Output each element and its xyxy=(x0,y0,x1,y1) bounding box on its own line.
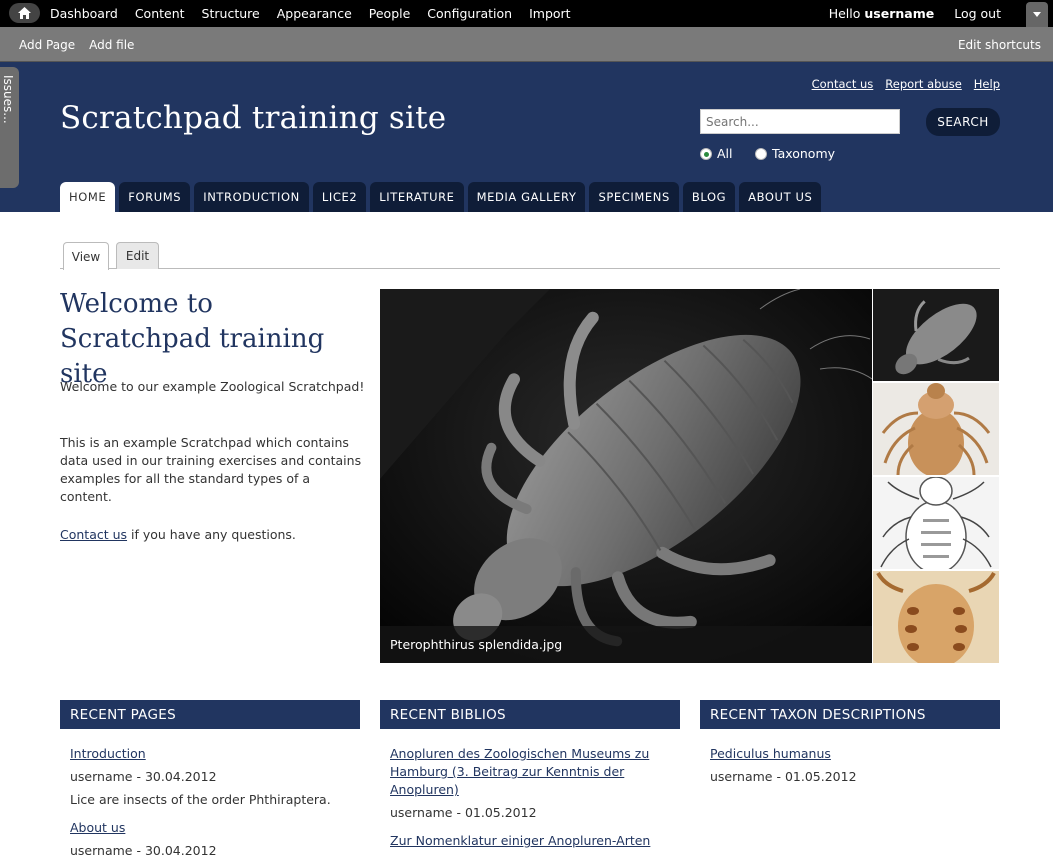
recent-page-teaser: Lice are insects of the order Phthirapte… xyxy=(70,792,331,807)
nav-tab-home[interactable]: HOME xyxy=(60,182,116,212)
nav-tab-forums[interactable]: FORUMS xyxy=(119,182,191,212)
contact-us-inline-link[interactable]: Contact us xyxy=(60,527,127,542)
nav-tab-lice2[interactable]: LICE2 xyxy=(312,182,367,212)
recent-taxon-link[interactable]: Pediculus humanus xyxy=(710,746,831,761)
recent-page-link[interactable]: About us xyxy=(70,820,125,835)
help-link[interactable]: Help xyxy=(974,77,1000,91)
admin-menu: Dashboard Content Structure Appearance P… xyxy=(50,0,588,27)
list-item: About us xyxy=(70,819,345,837)
contact-text: if you have any questions. xyxy=(127,527,296,542)
radio-all-label: All xyxy=(717,146,733,161)
report-abuse-link[interactable]: Report abuse xyxy=(885,77,961,91)
contact-us-link[interactable]: Contact us xyxy=(812,77,874,91)
louse-sem-image xyxy=(380,289,872,663)
site-header: Scratchpad training site Contact us Repo… xyxy=(0,62,1053,212)
louse-color-thumbnail xyxy=(873,383,999,475)
hello-text: Hello xyxy=(828,6,861,21)
louse-drawing-thumbnail xyxy=(873,477,999,569)
page-title: Welcome to Scratchpad training site xyxy=(60,289,325,389)
recent-taxon-descriptions-header: RECENT TAXON DESCRIPTIONS xyxy=(700,700,1000,729)
list-item: Zur Nomenklatur einiger Anopluren-Arten xyxy=(390,832,665,850)
user-menu: Hello username Log out xyxy=(829,0,1001,27)
recent-page-meta: username - 30.04.2012 xyxy=(70,843,217,855)
slideshow-thumb-4[interactable] xyxy=(873,571,999,663)
admin-menu-import[interactable]: Import xyxy=(529,6,571,21)
nav-tab-introduction[interactable]: INTRODUCTION xyxy=(194,182,309,212)
username-link[interactable]: username xyxy=(864,6,934,21)
list-item: Anopluren des Zoologischen Museums zu Ha… xyxy=(390,745,665,799)
recent-biblio-link[interactable]: Zur Nomenklatur einiger Anopluren-Arten xyxy=(390,833,650,848)
edit-shortcuts-link[interactable]: Edit shortcuts xyxy=(958,27,1041,62)
recent-biblios-header: RECENT BIBLIOS xyxy=(380,700,680,729)
slideshow-caption: Pterophthirus splendida.jpg xyxy=(380,626,872,663)
welcome-paragraph: Welcome to our example Zoological Scratc… xyxy=(60,379,365,394)
admin-menu-appearance[interactable]: Appearance xyxy=(277,6,352,21)
admin-menu-configuration[interactable]: Configuration xyxy=(427,6,512,21)
louse-specimen-thumbnail xyxy=(873,571,999,663)
home-icon xyxy=(18,7,31,19)
chevron-down-icon xyxy=(1033,12,1041,17)
add-page-shortcut[interactable]: Add Page xyxy=(19,38,75,52)
header-links: Contact us Report abuse Help xyxy=(800,77,1000,91)
image-slideshow[interactable]: Pterophthirus splendida.jpg xyxy=(380,289,872,663)
primary-nav: HOME FORUMS INTRODUCTION LICE2 LITERATUR… xyxy=(60,182,825,212)
recent-page-meta: username - 30.04.2012 xyxy=(70,769,217,784)
local-tabs: View Edit xyxy=(60,242,1000,270)
nav-tab-media-gallery[interactable]: MEDIA GALLERY xyxy=(467,182,586,212)
slideshow-thumb-1[interactable] xyxy=(873,289,999,381)
louse-sem-thumbnail xyxy=(873,289,999,381)
issues-tab-label: Issues... xyxy=(1,75,15,124)
recent-biblio-meta: username - 01.05.2012 xyxy=(390,805,537,820)
nav-tab-about-us[interactable]: ABOUT US xyxy=(739,182,822,212)
tab-view[interactable]: View xyxy=(63,242,109,270)
recent-page-link[interactable]: Introduction xyxy=(70,746,146,761)
shortcut-bar: Add Page Add file Edit shortcuts xyxy=(0,27,1053,62)
list-item: Pediculus humanus xyxy=(710,745,985,763)
admin-menu-content[interactable]: Content xyxy=(135,6,185,21)
tab-edit[interactable]: Edit xyxy=(116,242,159,269)
add-file-shortcut[interactable]: Add file xyxy=(89,38,134,52)
radio-selected-icon xyxy=(700,147,712,160)
nav-tab-specimens[interactable]: SPECIMENS xyxy=(589,182,679,212)
admin-menu-structure[interactable]: Structure xyxy=(202,6,260,21)
list-item: Introduction xyxy=(70,745,345,763)
shortcuts-toggle-button[interactable] xyxy=(1026,2,1048,27)
issues-side-tab[interactable]: Issues... xyxy=(0,67,19,188)
contact-paragraph: Contact us if you have any questions. xyxy=(60,526,365,544)
radio-taxonomy-label: Taxonomy xyxy=(772,146,836,161)
home-button[interactable] xyxy=(9,3,40,23)
logout-link[interactable]: Log out xyxy=(954,6,1001,21)
radio-unselected-icon xyxy=(755,147,767,160)
slideshow-thumb-3[interactable] xyxy=(873,477,999,569)
admin-menu-people[interactable]: People xyxy=(369,6,411,21)
admin-toolbar: Dashboard Content Structure Appearance P… xyxy=(0,0,1053,27)
nav-tab-blog[interactable]: BLOG xyxy=(682,182,736,212)
recent-pages-header: RECENT PAGES xyxy=(60,700,360,729)
search-scope-all[interactable]: All xyxy=(700,146,733,161)
site-title[interactable]: Scratchpad training site xyxy=(60,100,446,136)
recent-biblio-link[interactable]: Anopluren des Zoologischen Museums zu Ha… xyxy=(390,746,649,797)
nav-tab-literature[interactable]: LITERATURE xyxy=(370,182,464,212)
slideshow-thumb-2[interactable] xyxy=(873,383,999,475)
search-input[interactable] xyxy=(700,109,900,134)
search-button[interactable]: SEARCH xyxy=(926,108,1000,136)
recent-taxon-meta: username - 01.05.2012 xyxy=(710,769,857,784)
admin-menu-dashboard[interactable]: Dashboard xyxy=(50,6,118,21)
description-paragraph: This is an example Scratchpad which cont… xyxy=(60,435,362,504)
search-scope-taxonomy[interactable]: Taxonomy xyxy=(755,146,835,161)
